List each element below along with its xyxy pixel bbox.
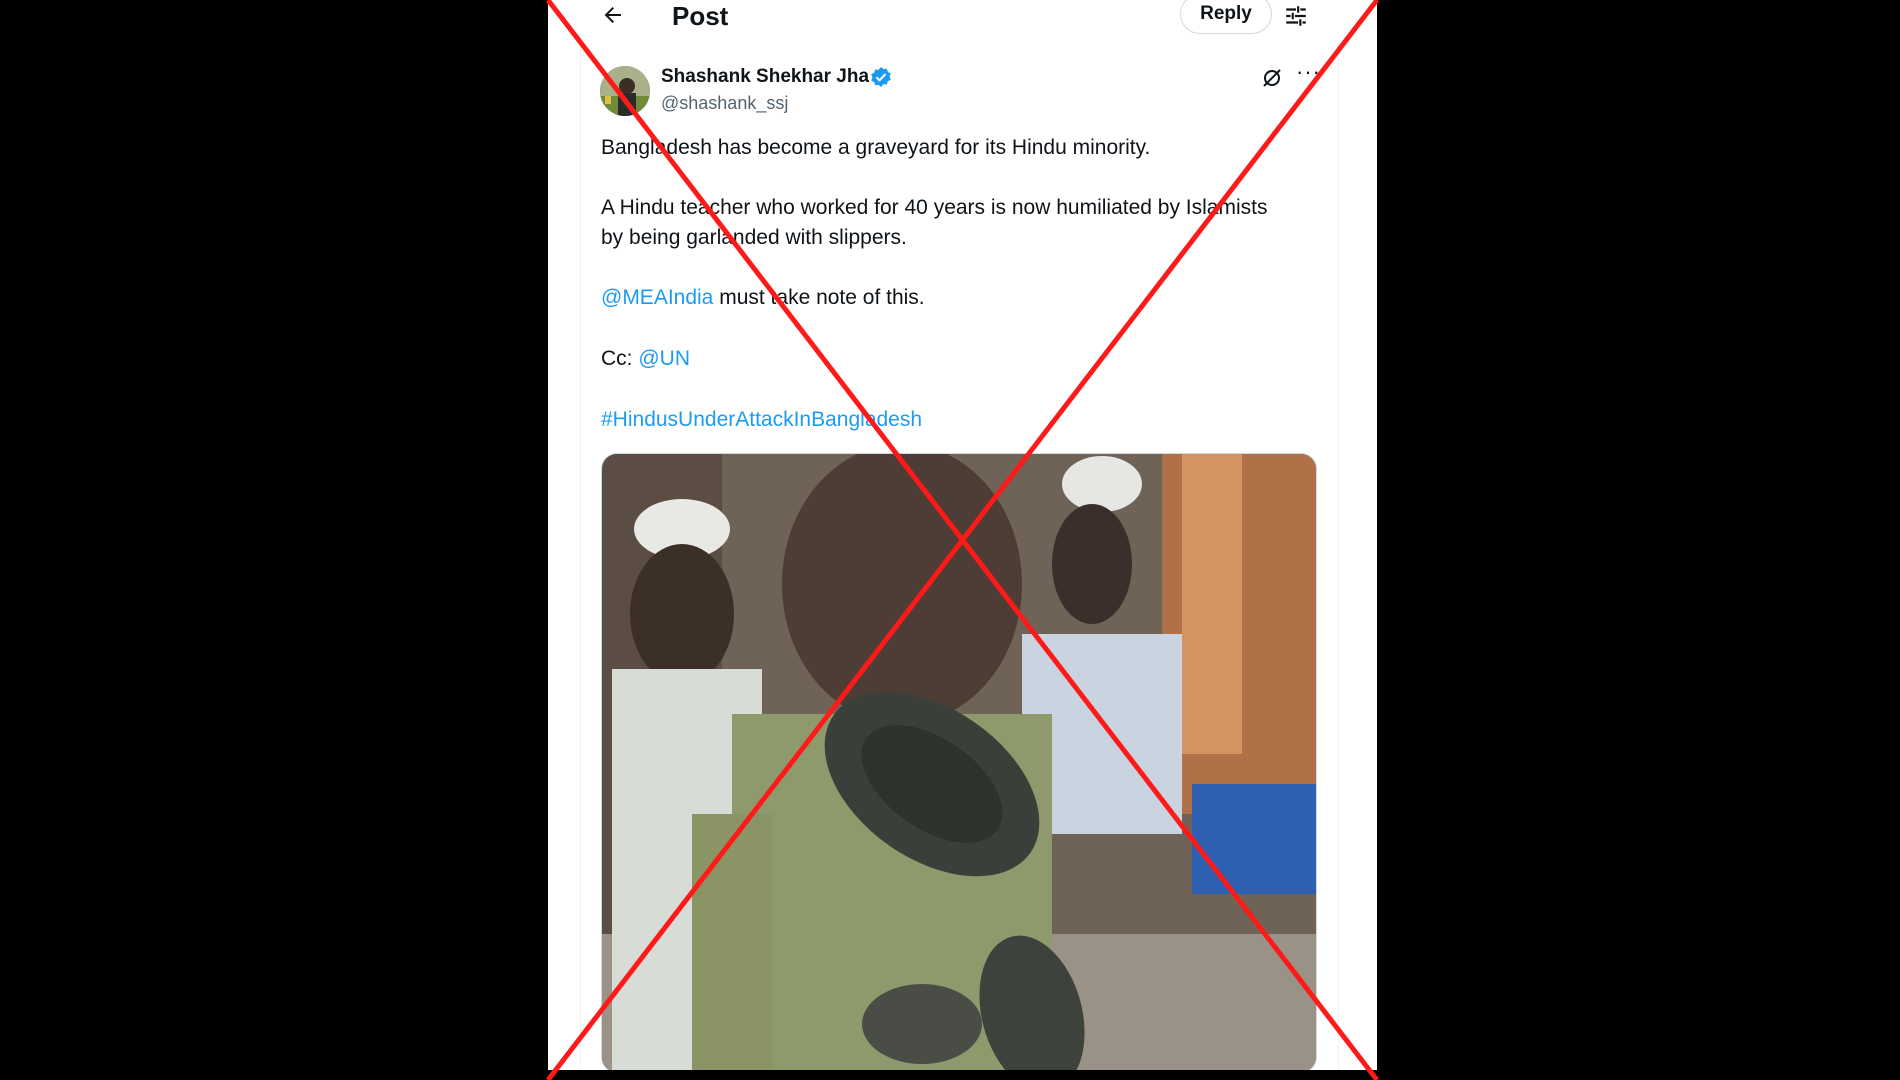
post-panel: Post Reply Shashank Shekhar Jha @shashan… bbox=[548, 0, 1377, 1070]
post-text-line3-rest: must take note of this. bbox=[713, 286, 925, 309]
arrow-left-icon bbox=[604, 7, 621, 23]
post-text-cc: Cc: @UN bbox=[601, 344, 1321, 374]
video-frame bbox=[602, 454, 1316, 1070]
cc-prefix: Cc: bbox=[601, 347, 639, 370]
grok-icon[interactable] bbox=[1260, 66, 1284, 90]
verified-badge-icon bbox=[871, 67, 891, 87]
mention-un[interactable]: @UN bbox=[638, 347, 690, 370]
sliders-icon[interactable] bbox=[1283, 3, 1309, 29]
top-bar: Post Reply bbox=[548, 0, 1377, 34]
card-border-left bbox=[580, 42, 581, 1070]
avatar-photo bbox=[600, 66, 650, 116]
author-handle[interactable]: @shashank_ssj bbox=[661, 92, 788, 114]
author-name[interactable]: Shashank Shekhar Jha bbox=[661, 66, 869, 88]
mention-mea-india[interactable]: @MEAIndia bbox=[601, 286, 713, 309]
post-text-line2b: by being garlanded with slippers. bbox=[601, 226, 907, 249]
more-horizontal-icon[interactable]: ··· bbox=[1296, 61, 1322, 86]
hashtag-link[interactable]: #HindusUnderAttackInBangladesh bbox=[601, 408, 922, 431]
post-hashtag-line: #HindusUnderAttackInBangladesh bbox=[601, 405, 1321, 435]
back-button[interactable] bbox=[598, 0, 628, 30]
avatar[interactable] bbox=[600, 66, 650, 116]
post-text-line3: @MEAIndia must take note of this. bbox=[601, 283, 1321, 313]
post-text-line1: Bangladesh has become a graveyard for it… bbox=[601, 136, 1151, 159]
page-title: Post bbox=[672, 1, 729, 31]
post-video[interactable] bbox=[601, 453, 1317, 1070]
post-text-line2a: A Hindu teacher who worked for 40 years … bbox=[601, 196, 1268, 219]
reply-button[interactable]: Reply bbox=[1180, 0, 1272, 34]
card-border-right bbox=[1338, 42, 1339, 1070]
